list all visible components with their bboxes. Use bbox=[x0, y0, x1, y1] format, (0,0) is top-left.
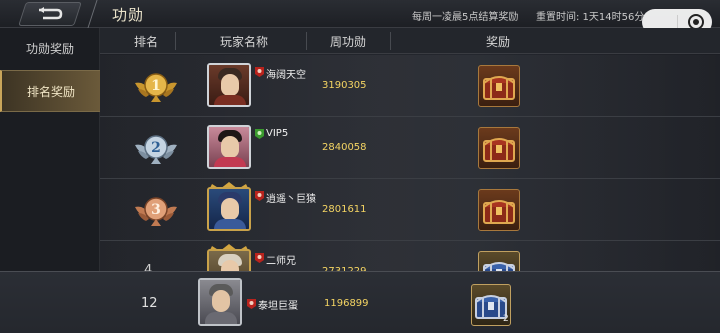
column-header: 排名 玩家名称 周功勋 奖励 bbox=[100, 28, 720, 54]
reward-count: 2 bbox=[503, 314, 509, 324]
green-vip-icon bbox=[255, 129, 264, 139]
player-name: VIP5 bbox=[266, 128, 289, 139]
my-avatar[interactable] bbox=[198, 278, 242, 326]
column-rank: 排名 bbox=[134, 35, 159, 49]
column-divider bbox=[390, 32, 391, 50]
capsule-divider bbox=[677, 15, 678, 29]
red-chest-icon[interactable] bbox=[478, 127, 520, 169]
red-vip-icon bbox=[255, 253, 264, 263]
red-vip-icon bbox=[255, 191, 264, 201]
my-rank-number: 12 bbox=[141, 296, 158, 311]
sidebar-item-merit-reward[interactable]: 功勋奖励 bbox=[0, 28, 100, 70]
page-title: 功勋 bbox=[112, 6, 145, 24]
sidebar-item-rank-reward[interactable]: 排名奖励 bbox=[0, 70, 100, 112]
column-reward: 奖励 bbox=[486, 35, 511, 49]
column-player-name: 玩家名称 bbox=[220, 35, 269, 49]
settlement-notice: 每周一凌晨5点结算奖励 bbox=[412, 12, 519, 23]
player-name: 二师兄 bbox=[266, 256, 296, 267]
red-vip-icon bbox=[247, 299, 256, 309]
avatar[interactable] bbox=[207, 63, 251, 107]
medal-number: 3 bbox=[151, 202, 161, 218]
red-chest-icon[interactable] bbox=[478, 189, 520, 231]
weekly-merit: 2801611 bbox=[322, 204, 367, 215]
table-row: 1 海阔天空 3190305 bbox=[100, 55, 720, 117]
red-vip-icon bbox=[255, 67, 264, 77]
player-name: 逍遥丶巨猿 bbox=[266, 194, 316, 205]
my-ranking-row: 12 泰坦巨蛋 1196899 2 bbox=[0, 271, 720, 333]
reset-timer: 重置时间: 1天14时56分 bbox=[536, 12, 645, 23]
column-divider bbox=[306, 32, 307, 50]
weekly-merit: 3190305 bbox=[322, 80, 367, 91]
column-weekly-merit: 周功勋 bbox=[330, 35, 367, 49]
avatar[interactable] bbox=[207, 187, 251, 231]
bronze-rank-medal-icon: 3 bbox=[135, 197, 177, 226]
column-divider bbox=[175, 32, 176, 50]
medal-number: 1 bbox=[151, 78, 161, 94]
red-chest-icon[interactable] bbox=[478, 65, 520, 107]
my-player-name: 泰坦巨蛋 bbox=[258, 301, 298, 312]
gold-rank-medal-icon: 1 bbox=[135, 73, 177, 102]
title-divider bbox=[87, 0, 109, 28]
silver-rank-medal-icon: 2 bbox=[135, 135, 177, 164]
back-button[interactable] bbox=[18, 2, 82, 26]
weekly-merit: 2840058 bbox=[322, 142, 367, 153]
my-weekly-merit: 1196899 bbox=[324, 298, 369, 309]
top-bar: 功勋 每周一凌晨5点结算奖励 重置时间: 1天14时56分 bbox=[0, 0, 720, 35]
back-arrow-icon bbox=[39, 7, 63, 20]
avatar[interactable] bbox=[207, 125, 251, 169]
table-row: 3 逍遥丶巨猿 2801611 bbox=[100, 179, 720, 241]
player-name: 海阔天空 bbox=[266, 70, 306, 81]
medal-number: 2 bbox=[151, 140, 161, 156]
table-row: 2 VIP5 2840058 bbox=[100, 117, 720, 179]
